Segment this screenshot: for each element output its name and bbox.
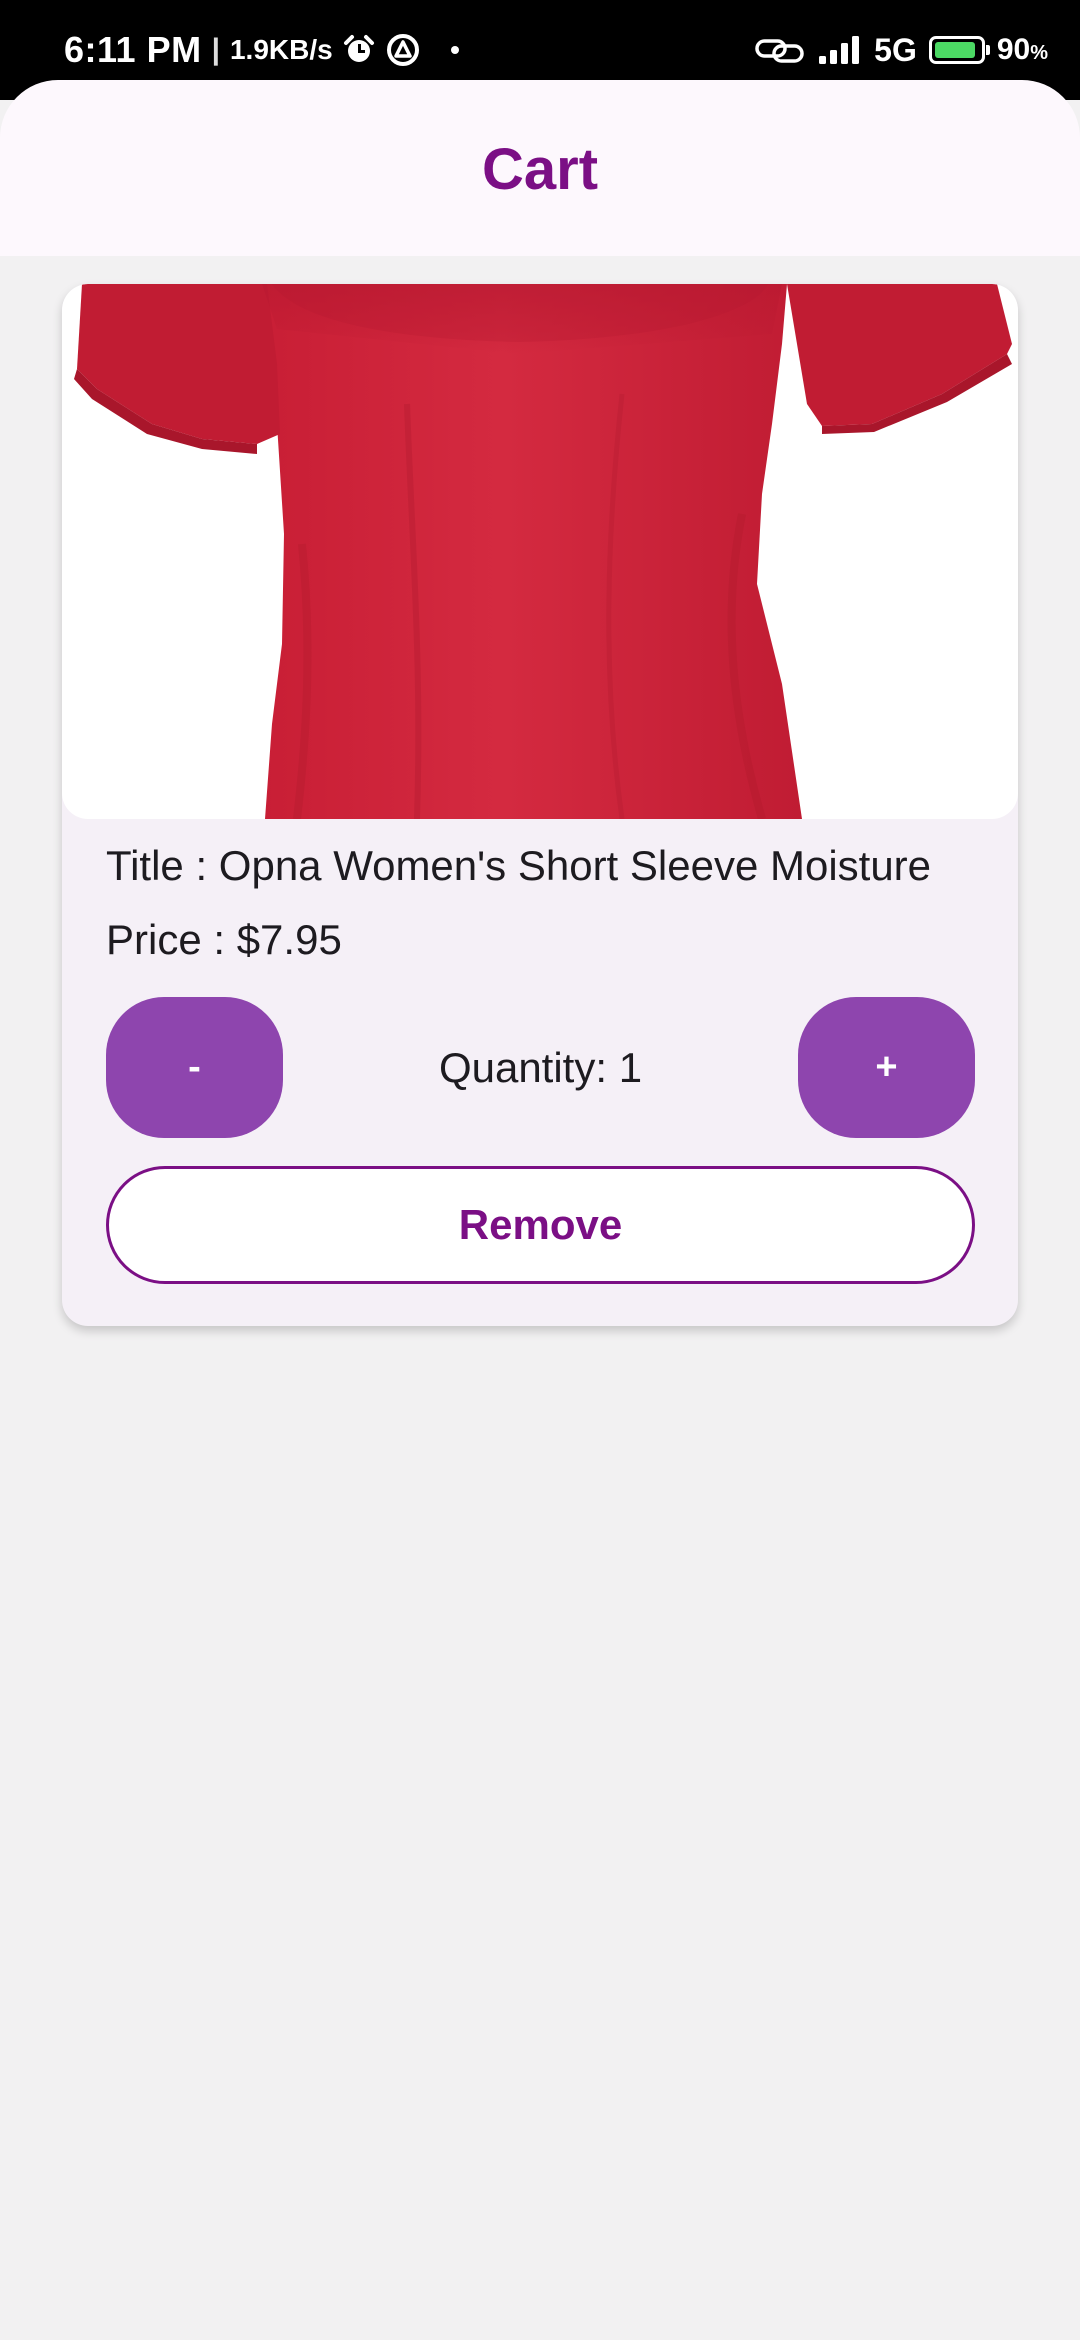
product-image[interactable] [62, 284, 1018, 819]
battery-percent: 90% [997, 33, 1048, 67]
status-left: 6:11 PM | 1.9KB/s [64, 26, 459, 74]
network-type: 5G [874, 31, 917, 68]
decrease-quantity-button[interactable]: - [106, 997, 283, 1138]
increase-quantity-button[interactable]: + [798, 997, 975, 1138]
dot-icon [450, 46, 459, 54]
app-header: Cart [0, 80, 1080, 256]
red-shirt-illustration [74, 284, 1012, 819]
network-speed: 1.9KB/s [229, 34, 333, 65]
battery-percent-unit: % [1030, 42, 1048, 64]
battery-level [934, 42, 975, 58]
remove-button[interactable]: Remove [106, 1166, 975, 1284]
status-separator: | [211, 33, 220, 66]
alarm-icon [343, 34, 375, 66]
battery-icon [928, 36, 990, 64]
increase-quantity-label: + [875, 1046, 898, 1088]
product-title: Title : Opna Women's Short Sleeve Moistu… [106, 842, 932, 889]
status-right: 5G 90% [754, 26, 1048, 74]
status-time: 6:11 PM [64, 29, 202, 70]
page-title: Cart [481, 137, 599, 202]
link-icon [754, 34, 806, 66]
remove-button-label: Remove [458, 1201, 623, 1248]
quantity-label: Quantity: 1 [438, 1044, 643, 1091]
battery-percent-value: 90 [996, 33, 1031, 66]
product-price: Price : $7.95 [106, 916, 342, 963]
signal-icon [818, 35, 862, 65]
cart-item-card: Title : Opna Women's Short Sleeve Moistu… [62, 284, 1018, 1326]
decrease-quantity-label: - [188, 1046, 201, 1088]
sync-icon [385, 32, 421, 68]
